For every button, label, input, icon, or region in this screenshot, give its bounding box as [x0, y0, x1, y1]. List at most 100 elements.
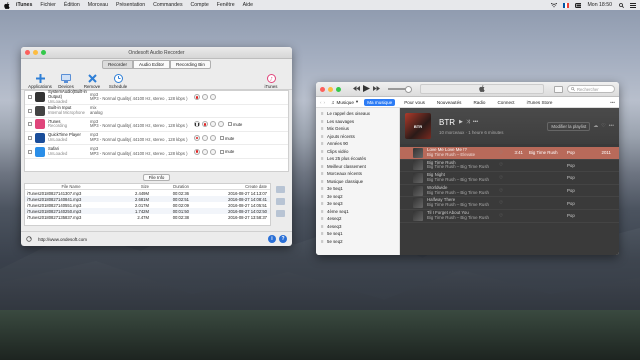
stop-button[interactable]: [202, 148, 208, 155]
file-row[interactable]: iTunes20180827140250.mp3 1.742M 00:01:50…: [25, 208, 270, 214]
menu-song[interactable]: Morceau: [88, 2, 108, 8]
file-row[interactable]: iTunes20180827140551.mp3 2.017M 00:02:09…: [25, 202, 270, 208]
edit-playlist-button[interactable]: Modifier la playlist: [547, 121, 591, 131]
settings-button[interactable]: [210, 135, 216, 142]
love-icon[interactable]: ♡: [499, 200, 507, 206]
itunes-zoom-button[interactable]: [336, 86, 341, 92]
apple-menu-icon[interactable]: [4, 1, 10, 9]
love-icon[interactable]: ♡: [499, 188, 507, 194]
sidebar-playlist-item[interactable]: ≡ Le rappel des oiseaux: [316, 110, 399, 118]
sidebar-playlist-item[interactable]: ≡ Les sauvages: [316, 118, 399, 126]
track-row[interactable]: Til I Forget About You Big Time Rush – B…: [400, 210, 619, 223]
file-info-label[interactable]: File Info: [142, 174, 171, 181]
stop-button[interactable]: [210, 121, 216, 128]
record-button[interactable]: [194, 94, 200, 101]
applications-button[interactable]: Applications: [27, 73, 53, 89]
help-icon[interactable]: ?: [279, 235, 287, 243]
sidebar-playlist-item[interactable]: ≡ 5e seq1: [316, 230, 399, 238]
menu-app-name[interactable]: iTunes: [16, 2, 32, 8]
sidebar-playlist-item[interactable]: ≡ Clips vidéo: [316, 148, 399, 156]
file-row[interactable]: iTunes20180827141307.mp3 2.449M 00:02:36…: [25, 190, 270, 196]
sidebar-playlist-item[interactable]: ≡ 3e 5eq1: [316, 185, 399, 193]
menu-help[interactable]: Aide: [243, 2, 253, 8]
notification-center-icon[interactable]: [630, 2, 636, 8]
track-row[interactable]: Love Me Love Me !? Big Time Rush – Eleva…: [400, 147, 619, 160]
track-row[interactable]: Halfway There Big Time Rush – Big Time R…: [400, 197, 619, 210]
options-icon[interactable]: •••: [609, 123, 614, 129]
col-file-name[interactable]: File Name: [25, 184, 115, 189]
info-icon[interactable]: i: [268, 235, 276, 243]
play-playlist-icon[interactable]: ▶: [459, 119, 463, 125]
battery-icon[interactable]: [575, 2, 582, 8]
record-button[interactable]: [202, 121, 208, 128]
up-next-button[interactable]: [554, 85, 563, 93]
track-row[interactable]: Worldwide Big Time Rush – Big Time Rush …: [400, 185, 619, 198]
sidebar-playlist-item[interactable]: ≡ 3e seq2: [316, 193, 399, 201]
itunes-close-button[interactable]: [320, 86, 325, 92]
delete-file-icon[interactable]: [275, 210, 285, 217]
file-row[interactable]: iTunes20180827135837.mp3 2.47M 00:02:38 …: [25, 214, 270, 220]
menu-window[interactable]: Fenêtre: [217, 2, 235, 8]
love-icon[interactable]: ♡: [499, 150, 507, 156]
itunes-shortcut[interactable]: ♪ iTunes: [256, 73, 286, 89]
source-checkbox[interactable]: [28, 122, 32, 127]
sidebar-playlist-item[interactable]: ≡ Les 25 plus écoutés: [316, 155, 399, 163]
tab-my-music[interactable]: Ma musique: [364, 98, 396, 106]
col-duration[interactable]: Duration: [151, 184, 191, 189]
tab-new[interactable]: Nouveautés: [434, 99, 465, 106]
shuffle-icon[interactable]: ⤨: [466, 119, 470, 125]
cloud-icon[interactable]: ☁: [593, 123, 598, 129]
previous-icon[interactable]: [353, 85, 360, 93]
record-button[interactable]: [194, 148, 200, 155]
source-checkbox[interactable]: [28, 136, 32, 141]
more-icon[interactable]: •••: [610, 100, 615, 105]
sidebar-playlist-item[interactable]: ≡ 4ème seq1: [316, 208, 399, 216]
heart-icon[interactable]: ♡: [601, 123, 605, 129]
source-row[interactable]: QuickTime Player UnLoaded mp3 MP3 - Norm…: [25, 132, 288, 146]
track-row[interactable]: Big Time Rush Big Time Rush – Big Time R…: [400, 160, 619, 173]
source-checkbox[interactable]: [28, 95, 32, 100]
mute-checkbox[interactable]: [228, 122, 232, 127]
refresh-icon[interactable]: [26, 235, 32, 243]
play-file-icon[interactable]: [275, 186, 285, 193]
tab-recording-bin[interactable]: Recording Bin: [170, 60, 211, 69]
clock[interactable]: Mon 18:50: [587, 2, 612, 8]
record-button[interactable]: [194, 135, 200, 142]
mute-checkbox[interactable]: [220, 149, 224, 154]
menu-view[interactable]: Présentation: [116, 2, 145, 8]
devices-button[interactable]: Devices: [53, 73, 79, 89]
col-size[interactable]: Size: [115, 184, 151, 189]
wifi-icon[interactable]: [551, 2, 558, 8]
forward-icon[interactable]: ›: [324, 100, 326, 105]
schedule-button[interactable]: Schedule: [105, 73, 131, 89]
file-row[interactable]: iTunes20180827140841.mp3 2.681M 00:02:51…: [25, 196, 270, 202]
tab-for-you[interactable]: Pour vous: [401, 99, 428, 106]
sidebar-playlist-item[interactable]: ≡ Années 90: [316, 140, 399, 148]
track-row[interactable]: Big Night Big Time Rush – Big Time Rush …: [400, 172, 619, 185]
sidebar-playlist-item[interactable]: ≡ Ajouts récents: [316, 133, 399, 141]
sidebar-playlist-item[interactable]: ≡ 4eseq2: [316, 215, 399, 223]
source-row[interactable]: iTunes Recording mp3 MP3 - Normal Qualit…: [25, 118, 288, 132]
love-icon[interactable]: ♡: [499, 175, 507, 181]
settings-button[interactable]: [210, 148, 216, 155]
source-row[interactable]: Safari UnLoaded mp3 MP3 - Normal Quality…: [25, 145, 288, 159]
col-create-date[interactable]: Create date: [191, 184, 270, 189]
spotlight-icon[interactable]: [618, 2, 624, 8]
flag-icon[interactable]: [563, 2, 570, 8]
stop-button[interactable]: [202, 94, 208, 101]
love-icon[interactable]: ♡: [499, 213, 507, 219]
sidebar-playlist-item[interactable]: ≡ Mix Genius: [316, 125, 399, 133]
sidebar-playlist-item[interactable]: ≡ Meilleur classement: [316, 163, 399, 171]
media-selector[interactable]: ♫ Musique ▾: [331, 99, 358, 105]
recorder-titlebar[interactable]: Ondesoft Audio Recorder: [21, 47, 292, 59]
source-row[interactable]: Built-in Input Internal Microphone mix a…: [25, 105, 288, 119]
menu-file[interactable]: Fichier: [40, 2, 56, 8]
tab-recorder[interactable]: Recorder: [102, 60, 133, 69]
menu-account[interactable]: Compte: [191, 2, 209, 8]
website-link[interactable]: http://www.ondesoft.com: [38, 237, 87, 242]
menu-controls[interactable]: Commandes: [153, 2, 182, 8]
playlist-more-icon[interactable]: •••: [473, 119, 478, 125]
volume-slider[interactable]: [388, 86, 412, 92]
itunes-minimize-button[interactable]: [328, 86, 333, 92]
settings-button[interactable]: [218, 121, 224, 128]
